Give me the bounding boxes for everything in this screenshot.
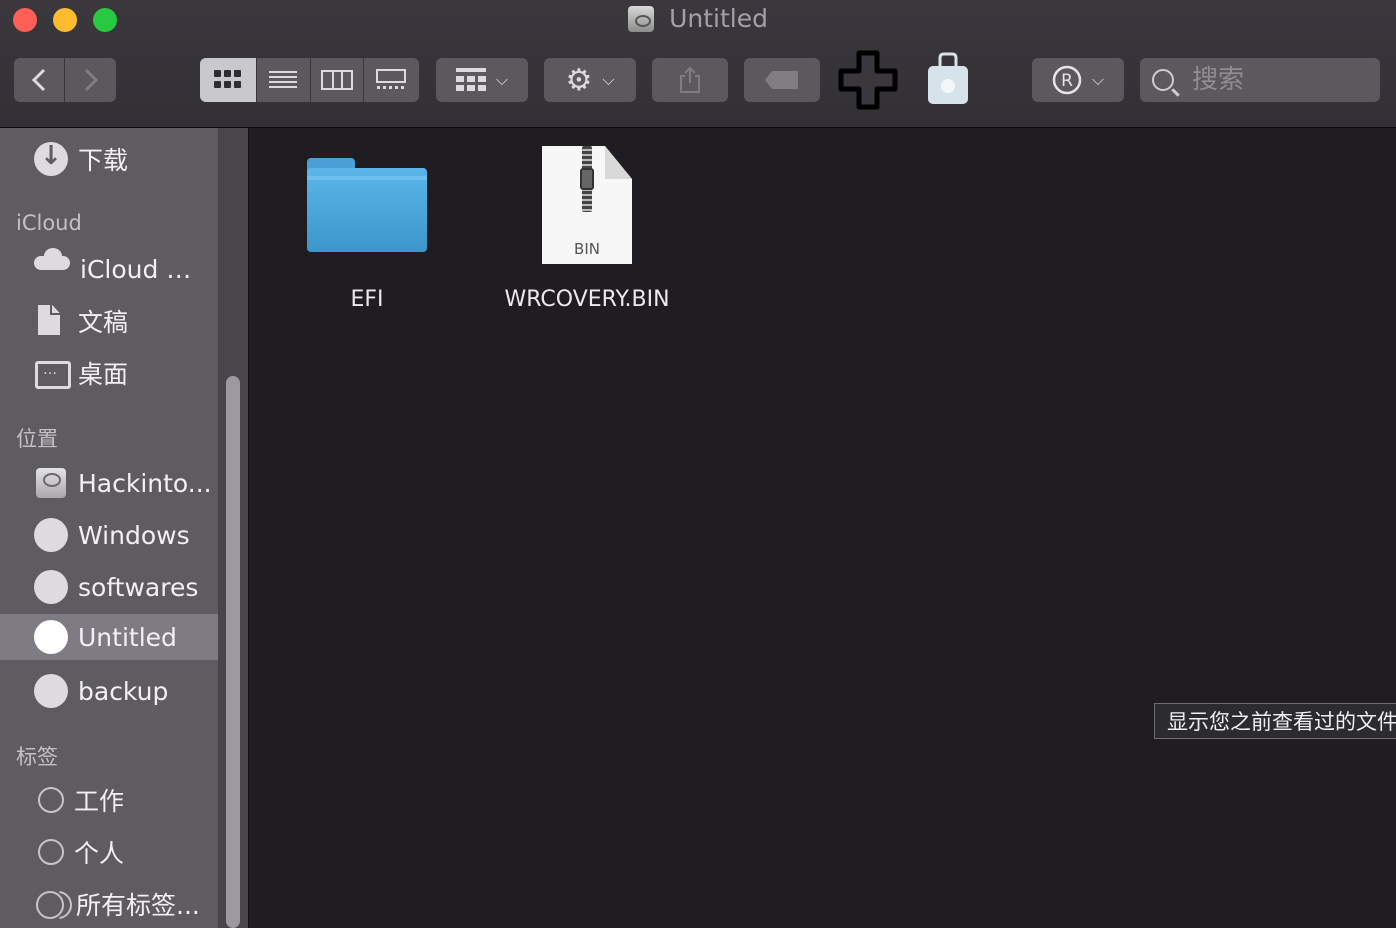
sidebar-scrollbar-thumb[interactable] [226, 376, 240, 928]
back-button[interactable] [14, 58, 65, 102]
tooltip: 显示您之前查看过的文件 [1154, 703, 1396, 739]
sidebar-section-header-icloud: iCloud [16, 211, 82, 235]
sidebar-item-softwares[interactable]: softwares [0, 564, 218, 610]
chevron-down-icon: ⌵ [602, 70, 615, 89]
cloud-icon [34, 248, 70, 278]
column-view-button[interactable] [311, 58, 364, 102]
sidebar-item-label: 工作 [74, 787, 125, 816]
action-menu-button[interactable]: ⚙ ⌵ [544, 58, 636, 102]
chevron-left-icon [32, 68, 46, 92]
search-icon [1152, 69, 1174, 91]
sidebar-item-downloads[interactable]: 下载 [0, 136, 218, 182]
share-button[interactable] [652, 58, 728, 102]
registered-mark-icon: R [1052, 65, 1082, 95]
sidebar-item-label: Untitled [78, 622, 177, 652]
sidebar-item-label: 下载 [78, 146, 129, 175]
view-mode-control [200, 58, 419, 102]
window-toolbar: Untitled ⌵ ⚙ ⌵ R ⌵ 搜索 [0, 0, 1396, 128]
sidebar-item-tag-work[interactable]: 工作 [0, 777, 218, 823]
gallery-view-icon [376, 69, 407, 89]
file-name: WRCOVERY.BIN [504, 287, 670, 312]
chevron-right-icon [84, 68, 98, 92]
sidebar-item-windows[interactable]: Windows [0, 512, 218, 558]
disk-icon [34, 674, 68, 708]
shopping-bag-button[interactable] [926, 52, 970, 106]
file-browser-area[interactable]: EFI BIN WRCOVERY.BIN [249, 128, 1396, 928]
sidebar-item-all-tags[interactable]: 所有标签... [0, 881, 218, 927]
sidebar-scrollbar[interactable] [218, 128, 249, 928]
sidebar-item-label: Windows [78, 520, 190, 550]
forward-button[interactable] [65, 58, 116, 102]
tag-circle-icon [38, 839, 64, 865]
sidebar-section-header-locations: 位置 [16, 427, 58, 451]
sidebar-section-header-tags: 标签 [16, 745, 58, 769]
zip-file-icon: BIN [542, 146, 632, 264]
sidebar-item-desktop[interactable]: 桌面 [0, 350, 218, 396]
disk-icon [34, 518, 68, 552]
sidebar-item-label: softwares [78, 572, 199, 602]
sidebar-item-label: 所有标签... [76, 891, 200, 920]
sidebar-item-hackintosh[interactable]: Hackinto... [0, 460, 218, 506]
hard-drive-icon [34, 466, 68, 500]
disk-icon [34, 570, 68, 604]
sidebar-item-label: backup [78, 676, 169, 706]
list-view-icon [269, 71, 298, 88]
tag-circle-icon [38, 787, 64, 813]
sidebar-item-backup[interactable]: backup [0, 668, 218, 714]
sidebar-item-untitled[interactable]: Untitled [0, 614, 218, 660]
chevron-down-icon: ⌵ [495, 70, 509, 89]
tag-button[interactable] [744, 58, 820, 102]
sidebar: 下载 iCloud iCloud … 文稿 桌面 位置 Hackinto... … [0, 128, 218, 928]
file-item-wrcovery-bin[interactable]: BIN WRCOVERY.BIN [487, 146, 687, 312]
file-name: EFI [350, 287, 384, 312]
folder-icon [307, 158, 427, 252]
column-view-icon [320, 70, 353, 90]
chevron-down-icon: ⌵ [1091, 70, 1105, 89]
desktop-icon [34, 356, 71, 390]
file-extension-badge: BIN [574, 240, 600, 258]
sidebar-item-label: 桌面 [78, 360, 129, 389]
shopping-bag-icon [928, 52, 968, 104]
sidebar-item-documents[interactable]: 文稿 [0, 298, 218, 344]
disk-icon [34, 620, 68, 654]
window-title-bar: Untitled [0, 4, 1396, 33]
list-view-button[interactable] [257, 58, 311, 102]
group-by-button[interactable]: ⌵ [436, 58, 528, 102]
download-icon [34, 141, 68, 176]
share-icon [680, 66, 700, 93]
sidebar-item-icloud-drive[interactable]: iCloud … [0, 246, 218, 292]
window-title: Untitled [669, 4, 768, 33]
tag-icon [765, 71, 798, 89]
drive-icon [628, 5, 654, 32]
sidebar-item-label: 个人 [74, 839, 125, 868]
document-icon [34, 304, 68, 338]
medical-cross-button[interactable] [838, 50, 898, 110]
sidebar-item-tag-personal[interactable]: 个人 [0, 829, 218, 875]
gallery-view-button[interactable] [364, 58, 419, 102]
sidebar-item-label: 文稿 [78, 308, 129, 337]
search-field[interactable] [1140, 58, 1380, 102]
icon-view-button[interactable] [200, 58, 258, 102]
icon-view-icon [214, 70, 242, 88]
nav-buttons [14, 58, 116, 102]
registered-menu-button[interactable]: R ⌵ [1032, 58, 1124, 102]
medical-cross-icon [838, 50, 898, 110]
search-input[interactable] [1190, 64, 1374, 96]
svg-text:R: R [1061, 71, 1073, 91]
sidebar-item-label: Hackinto... [78, 468, 212, 498]
file-item-efi[interactable]: EFI [297, 158, 437, 312]
all-tags-icon [36, 891, 66, 919]
gear-icon: ⚙ [565, 62, 593, 98]
sidebar-item-label: iCloud … [80, 254, 192, 284]
group-by-icon [455, 68, 486, 91]
